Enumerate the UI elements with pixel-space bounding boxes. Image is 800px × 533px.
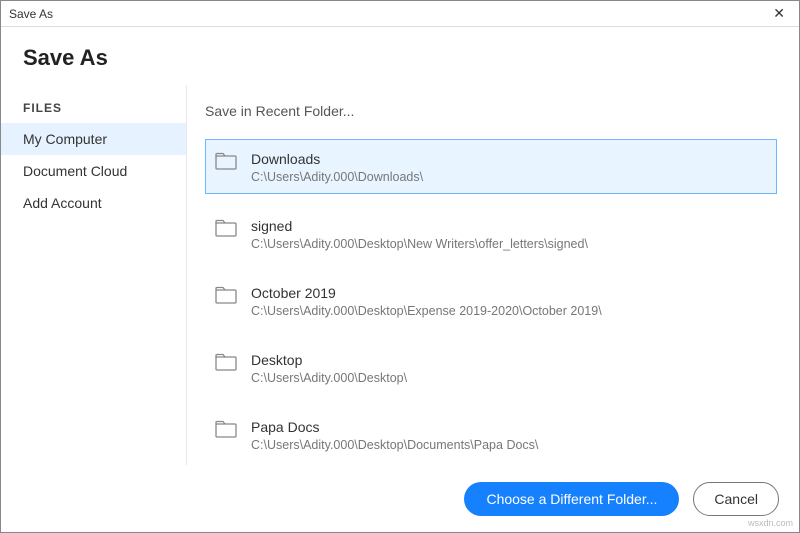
folder-icon xyxy=(215,420,237,441)
sidebar-item-label: My Computer xyxy=(23,131,107,147)
folder-path: C:\Users\Adity.000\Desktop\Expense 2019-… xyxy=(251,304,602,318)
sidebar-item-my-computer[interactable]: My Computer xyxy=(1,123,186,155)
folder-icon xyxy=(215,353,237,374)
sidebar-item-document-cloud[interactable]: Document Cloud xyxy=(1,155,186,187)
choose-different-folder-button[interactable]: Choose a Different Folder... xyxy=(464,482,679,516)
folder-text: October 2019 C:\Users\Adity.000\Desktop\… xyxy=(251,285,602,318)
folder-item-signed[interactable]: signed C:\Users\Adity.000\Desktop\New Wr… xyxy=(205,206,777,261)
section-title: Save in Recent Folder... xyxy=(205,103,777,119)
sidebar: FILES My Computer Document Cloud Add Acc… xyxy=(1,85,187,465)
sidebar-item-add-account[interactable]: Add Account xyxy=(1,187,186,219)
folder-path: C:\Users\Adity.000\Desktop\New Writers\o… xyxy=(251,237,588,251)
folder-name: Downloads xyxy=(251,151,423,167)
dialog-header: Save As xyxy=(1,27,799,85)
footer-buttons: Choose a Different Folder... Cancel xyxy=(464,482,779,516)
folder-item-papa-docs[interactable]: Papa Docs C:\Users\Adity.000\Desktop\Doc… xyxy=(205,407,777,462)
folder-item-october-2019[interactable]: October 2019 C:\Users\Adity.000\Desktop\… xyxy=(205,273,777,328)
folder-name: Desktop xyxy=(251,352,407,368)
folder-name: signed xyxy=(251,218,588,234)
folder-path: C:\Users\Adity.000\Desktop\ xyxy=(251,371,407,385)
main-panel: Save in Recent Folder... Downloads C:\Us… xyxy=(187,85,799,465)
sidebar-item-label: Document Cloud xyxy=(23,163,127,179)
recent-folder-list: Downloads C:\Users\Adity.000\Downloads\ … xyxy=(205,139,777,462)
folder-icon xyxy=(215,152,237,173)
folder-icon xyxy=(215,219,237,240)
sidebar-item-label: Add Account xyxy=(23,195,102,211)
folder-icon xyxy=(215,286,237,307)
cancel-button[interactable]: Cancel xyxy=(693,482,779,516)
folder-text: signed C:\Users\Adity.000\Desktop\New Wr… xyxy=(251,218,588,251)
window-title: Save As xyxy=(9,7,53,21)
page-title: Save As xyxy=(23,45,777,71)
content-area: FILES My Computer Document Cloud Add Acc… xyxy=(1,85,799,465)
close-icon[interactable]: ✕ xyxy=(767,3,791,24)
folder-item-desktop[interactable]: Desktop C:\Users\Adity.000\Desktop\ xyxy=(205,340,777,395)
watermark: wsxdn.com xyxy=(748,518,793,528)
folder-text: Downloads C:\Users\Adity.000\Downloads\ xyxy=(251,151,423,184)
folder-path: C:\Users\Adity.000\Desktop\Documents\Pap… xyxy=(251,438,538,452)
folder-text: Desktop C:\Users\Adity.000\Desktop\ xyxy=(251,352,407,385)
folder-text: Papa Docs C:\Users\Adity.000\Desktop\Doc… xyxy=(251,419,538,452)
sidebar-section-label: FILES xyxy=(1,95,186,123)
titlebar: Save As ✕ xyxy=(1,1,799,27)
folder-path: C:\Users\Adity.000\Downloads\ xyxy=(251,170,423,184)
folder-name: Papa Docs xyxy=(251,419,538,435)
folder-name: October 2019 xyxy=(251,285,602,301)
folder-item-downloads[interactable]: Downloads C:\Users\Adity.000\Downloads\ xyxy=(205,139,777,194)
